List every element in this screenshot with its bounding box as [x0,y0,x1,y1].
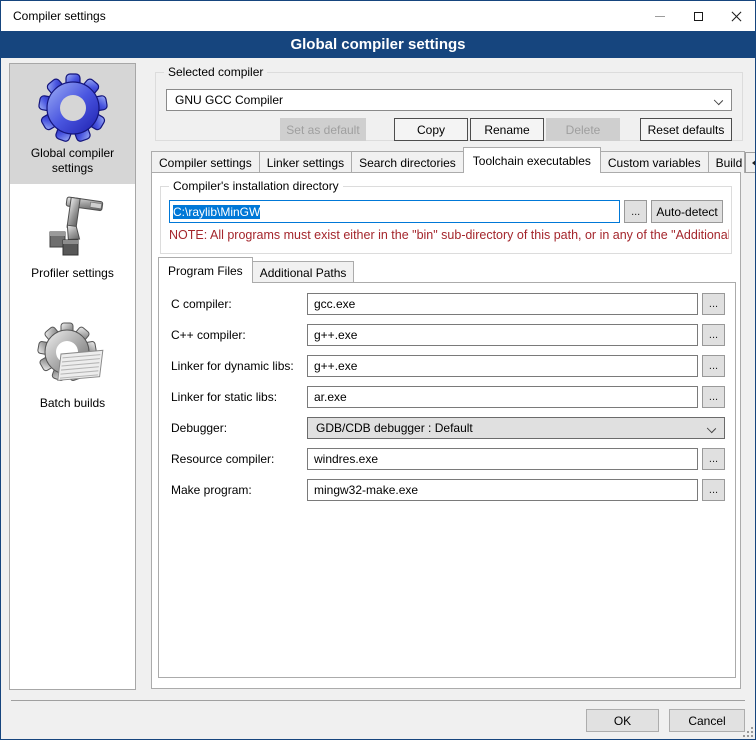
debugger-select-value: GDB/CDB debugger : Default [316,421,473,435]
program-files-tabstrip: Program Files Additional Paths [158,259,353,283]
sidebar-item-profiler-settings[interactable]: Profiler settings [10,186,135,312]
arrow-left-icon [752,159,756,167]
tab-linker-settings[interactable]: Linker settings [259,151,352,173]
close-icon [731,11,742,22]
titlebar[interactable]: Compiler settings [1,1,755,31]
compiler-buttons-row: Set as default Copy Rename Delete Reset … [166,118,732,141]
installation-dir-value: C:\raylib\MinGW [173,205,260,219]
minimize-icon [655,16,665,17]
gear-stack-icon [37,322,109,394]
field-label: Make program: [171,483,307,497]
chevron-down-icon [707,424,716,433]
ok-button[interactable]: OK [586,709,659,732]
make-program-input[interactable] [307,479,698,501]
tab-additional-paths[interactable]: Additional Paths [252,261,355,283]
dialog-banner: Global compiler settings [1,31,755,58]
linker-static-input[interactable] [307,386,698,408]
maximize-icon [694,12,703,21]
window-controls [641,1,755,31]
toolchain-executables-page: Compiler's installation directory C:\ray… [151,172,741,689]
program-row-cpp-compiler: C++ compiler: ... [171,324,725,346]
tab-custom-variables[interactable]: Custom variables [600,151,709,173]
rename-button[interactable]: Rename [470,118,544,141]
delete-button[interactable]: Delete [546,118,620,141]
cpp-compiler-input[interactable] [307,324,698,346]
resource-compiler-browse-button[interactable]: ... [702,448,725,470]
field-label: Resource compiler: [171,452,307,466]
debugger-select[interactable]: GDB/CDB debugger : Default [307,417,725,439]
field-label: Linker for dynamic libs: [171,359,307,373]
cancel-button[interactable]: Cancel [669,709,745,732]
tab-scroll-arrows [745,152,756,173]
linker-dynamic-browse-button[interactable]: ... [702,355,725,377]
settings-category-sidebar: Global compiler settings [9,63,136,690]
program-row-c-compiler: C compiler: ... [171,293,725,315]
field-label: Linker for static libs: [171,390,307,404]
tab-scroll-left-button[interactable] [745,152,756,173]
field-label: Debugger: [171,421,307,435]
banner-title: Global compiler settings [290,36,465,53]
selected-compiler-group: Selected compiler GNU GCC Compiler Set a… [155,72,743,141]
compiler-select-value: GNU GCC Compiler [175,93,283,107]
reset-defaults-button[interactable]: Reset defaults [640,118,732,141]
field-label: C++ compiler: [171,328,307,342]
copy-button[interactable]: Copy [394,118,468,141]
tab-toolchain-executables[interactable]: Toolchain executables [463,147,601,173]
group-label: Selected compiler [164,65,267,79]
linker-static-browse-button[interactable]: ... [702,386,725,408]
program-row-debugger: Debugger: GDB/CDB debugger : Default [171,417,725,439]
linker-dynamic-input[interactable] [307,355,698,377]
auto-detect-button[interactable]: Auto-detect [651,200,723,223]
maximize-button[interactable] [679,1,717,31]
installation-dir-browse-button[interactable]: ... [624,200,647,223]
program-row-resource-compiler: Resource compiler: ... [171,448,725,470]
compiler-select[interactable]: GNU GCC Compiler [166,89,732,111]
c-compiler-input[interactable] [307,293,698,315]
chevron-down-icon [714,96,723,105]
set-as-default-button[interactable]: Set as default [280,118,366,141]
window-title: Compiler settings [13,9,106,23]
resize-grip[interactable] [743,727,753,737]
footer-divider [11,700,745,701]
sidebar-item-label: Profiler settings [10,266,135,281]
group-label: Compiler's installation directory [169,179,343,193]
sidebar-item-global-compiler-settings[interactable]: Global compiler settings [10,64,135,184]
compiler-settings-dialog: Compiler settings Global compiler settin… [0,0,756,740]
installation-dir-input[interactable]: C:\raylib\MinGW [169,200,620,223]
field-label: C compiler: [171,297,307,311]
resource-compiler-input[interactable] [307,448,698,470]
sidebar-item-label: Batch builds [10,396,135,411]
tab-compiler-settings[interactable]: Compiler settings [151,151,260,173]
close-button[interactable] [717,1,755,31]
minimize-button[interactable] [641,1,679,31]
tab-program-files[interactable]: Program Files [158,257,253,283]
program-row-linker-dynamic: Linker for dynamic libs: ... [171,355,725,377]
installation-dir-row: C:\raylib\MinGW ... Auto-detect [169,200,723,223]
settings-tabstrip: Compiler settings Linker settings Search… [151,149,756,173]
tab-search-directories[interactable]: Search directories [351,151,464,173]
tab-build-options-clipped[interactable]: Build [708,151,745,173]
sidebar-item-label: Global compiler settings [10,146,135,176]
cpp-compiler-browse-button[interactable]: ... [702,324,725,346]
sidebar-item-batch-builds[interactable]: Batch builds [10,316,135,442]
installation-note: NOTE: All programs must exist either in … [169,228,729,242]
gear-blue-icon [37,72,109,144]
program-row-linker-static: Linker for static libs: ... [171,386,725,408]
c-compiler-browse-button[interactable]: ... [702,293,725,315]
make-program-browse-button[interactable]: ... [702,479,725,501]
main-content: Selected compiler GNU GCC Compiler Set a… [149,63,749,703]
program-files-panel: C compiler: ... C++ compiler: ... Linker… [158,282,736,678]
caliper-icon [37,192,109,264]
installation-directory-group: Compiler's installation directory C:\ray… [160,186,732,254]
program-row-make-program: Make program: ... [171,479,725,501]
